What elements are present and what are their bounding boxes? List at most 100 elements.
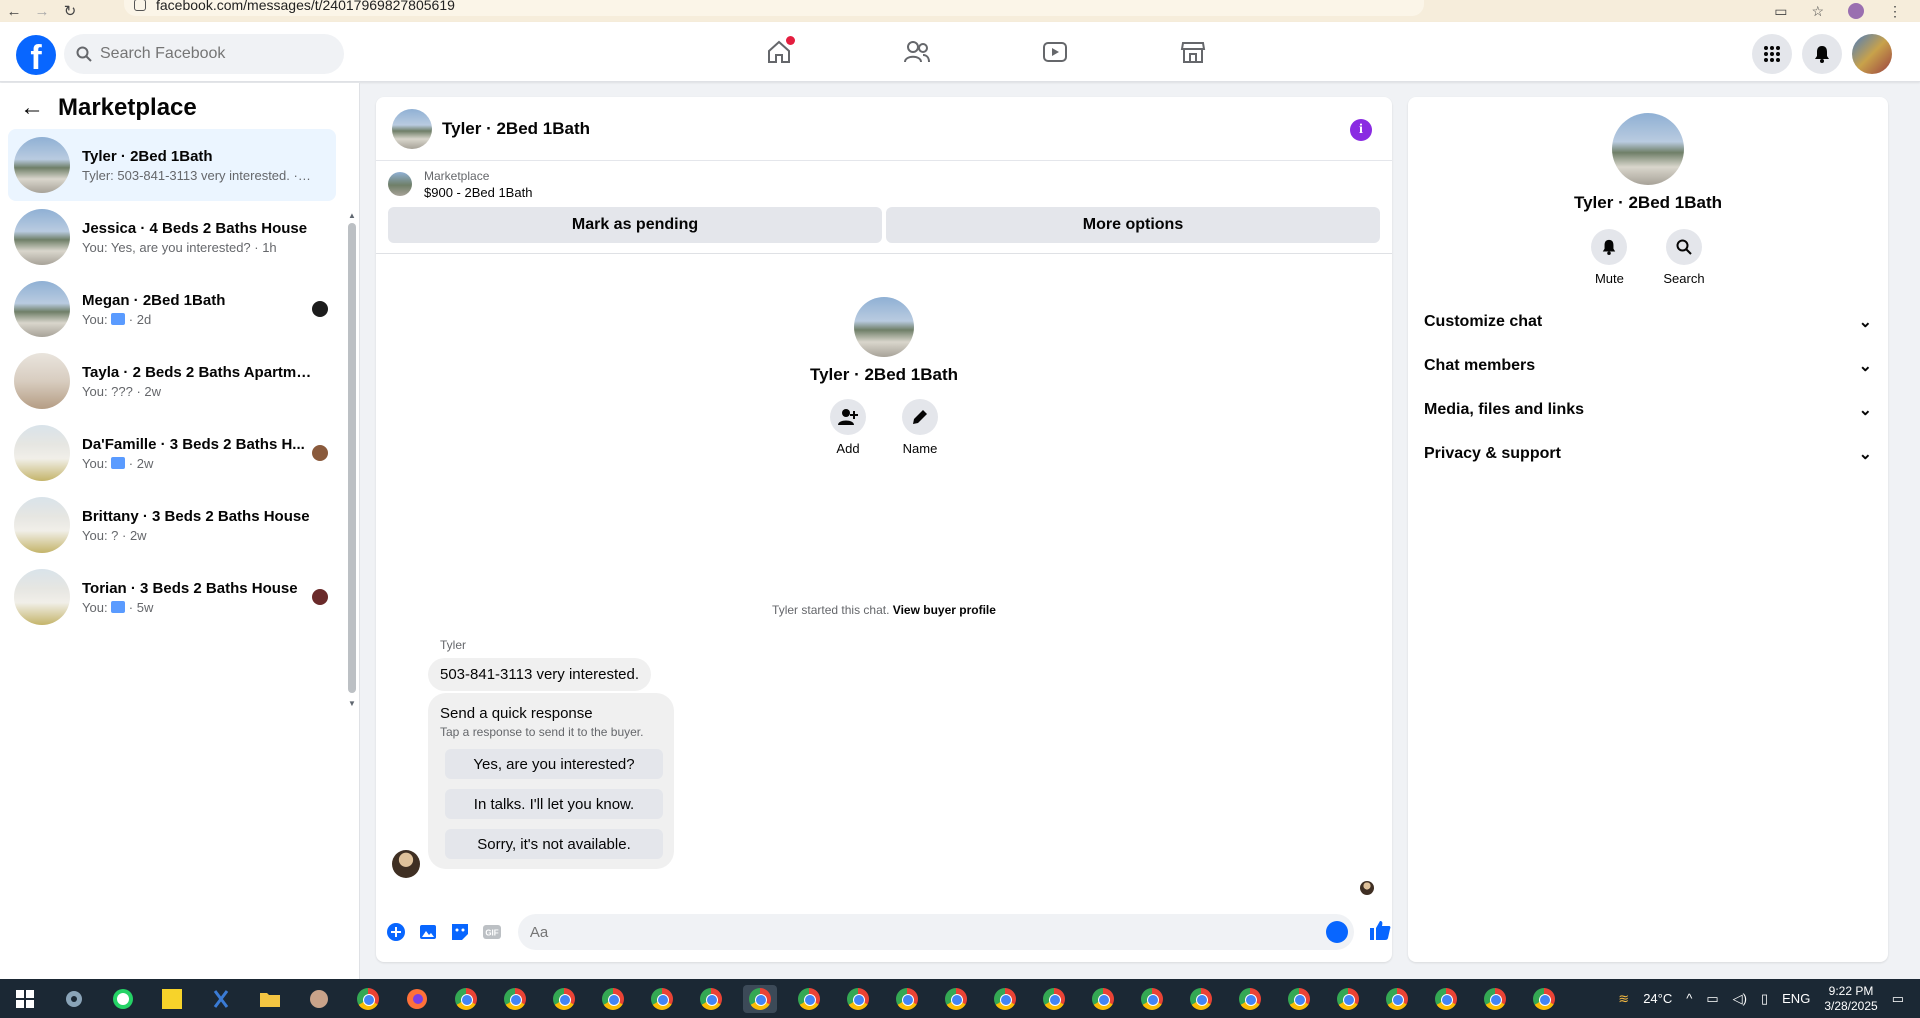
nav-video[interactable] [986, 22, 1124, 82]
chrome-icon[interactable] [1527, 985, 1561, 1013]
chrome-icon[interactable] [1037, 985, 1071, 1013]
nav-marketplace[interactable] [1124, 22, 1262, 82]
battery-icon[interactable]: ▯ [1761, 991, 1768, 1007]
chrome-icon[interactable] [1184, 985, 1218, 1013]
chrome-icon[interactable] [1135, 985, 1169, 1013]
intro-thumbnail [854, 297, 914, 357]
chrome-icon[interactable] [351, 985, 385, 1013]
facebook-search[interactable] [64, 34, 344, 74]
firefox-icon[interactable] [400, 985, 434, 1013]
cast-icon[interactable]: ▭ [1774, 3, 1787, 20]
whatsapp-icon[interactable] [106, 985, 140, 1013]
reload-icon[interactable]: ↻ [56, 2, 84, 20]
view-buyer-profile-link[interactable]: View buyer profile [893, 603, 996, 617]
quick-reply-button[interactable]: In talks. I'll let you know. [445, 789, 663, 819]
emoji-icon[interactable] [1326, 921, 1349, 943]
chrome-icon[interactable] [743, 984, 777, 1013]
mark-pending-button[interactable]: Mark as pending [388, 207, 882, 243]
back-arrow-icon[interactable]: ← [20, 94, 44, 122]
search-in-chat-button[interactable]: Search [1663, 229, 1705, 286]
chrome-icon[interactable] [1282, 985, 1316, 1013]
forward-arrow-icon[interactable]: → [28, 3, 56, 20]
listing-summary[interactable]: Marketplace $900 - 2Bed 1Bath [376, 161, 1392, 207]
chrome-icon[interactable] [1380, 985, 1414, 1013]
notifications-button[interactable] [1802, 34, 1842, 74]
quick-reply-button[interactable]: Yes, are you interested? [445, 749, 663, 779]
sidebar-scrollbar[interactable] [348, 223, 356, 693]
app-icon[interactable] [204, 985, 238, 1013]
chrome-icon[interactable] [1233, 985, 1267, 1013]
notification-center-icon[interactable]: ▭ [1892, 991, 1904, 1007]
conversation-item[interactable]: Da'Famille · 3 Beds 2 Baths H... You: · … [8, 417, 336, 489]
nav-friends[interactable] [848, 22, 986, 82]
thumbs-up-send-icon[interactable] [1368, 919, 1392, 946]
tray-chevron-up-icon[interactable]: ^ [1686, 991, 1692, 1006]
account-avatar[interactable] [1852, 34, 1892, 74]
chrome-icon[interactable] [939, 985, 973, 1013]
chrome-icon[interactable] [547, 985, 581, 1013]
conversation-item[interactable]: Torian · 3 Beds 2 Baths House You: · 5w [8, 561, 336, 633]
nav-home[interactable] [710, 22, 848, 82]
info-icon[interactable]: i [1350, 119, 1372, 141]
conversation-item[interactable]: Megan · 2Bed 1Bath You: · 2d [8, 273, 336, 345]
chrome-icon[interactable] [645, 985, 679, 1013]
conversation-item[interactable]: Tyler · 2Bed 1Bath Tyler: 503-841-3113 v… [8, 129, 336, 201]
quick-reply-button[interactable]: Sorry, it's not available. [445, 829, 663, 859]
mute-button[interactable]: Mute [1591, 229, 1628, 286]
address-bar[interactable]: facebook.com/messages/t/2401796982780561… [124, 0, 1424, 16]
chrome-icon[interactable] [890, 985, 924, 1013]
section-privacy-support[interactable]: Privacy & support ⌄ [1408, 432, 1888, 476]
chrome-icon[interactable] [841, 985, 875, 1013]
back-arrow-icon[interactable]: ← [0, 3, 28, 20]
chrome-icon[interactable] [596, 985, 630, 1013]
chrome-icon[interactable] [1429, 985, 1463, 1013]
name-button[interactable]: Name [902, 399, 938, 456]
plus-icon[interactable] [384, 920, 408, 944]
language-indicator[interactable]: ENG [1782, 991, 1810, 1006]
scroll-up-arrow-icon[interactable]: ▲ [348, 211, 356, 220]
section-customize-chat[interactable]: Customize chat ⌄ [1408, 300, 1888, 344]
chat-title[interactable]: Tyler · 2Bed 1Bath [442, 119, 590, 139]
search-input[interactable] [100, 45, 320, 63]
browser-menu-icon[interactable]: ⋮ [1888, 3, 1902, 20]
temperature[interactable]: 24°C [1643, 991, 1672, 1006]
menu-grid-button[interactable] [1752, 34, 1792, 74]
profile-avatar[interactable] [1848, 3, 1864, 19]
conversation-item[interactable]: Jessica · 4 Beds 2 Baths House You: Yes,… [8, 201, 336, 273]
weather-icon[interactable]: ≋ [1618, 991, 1629, 1007]
chrome-icon[interactable] [694, 985, 728, 1013]
file-explorer-icon[interactable] [253, 985, 287, 1013]
chrome-icon[interactable] [988, 985, 1022, 1013]
message-input[interactable] [529, 923, 1290, 941]
add-button[interactable]: Add [830, 399, 866, 456]
bookmark-star-icon[interactable]: ☆ [1811, 3, 1824, 20]
conversation-item[interactable]: Tayla · 2 Beds 2 Baths Apartmen... You: … [8, 345, 336, 417]
sender-avatar[interactable] [392, 850, 420, 878]
facebook-logo[interactable]: f [16, 35, 56, 75]
scroll-down-arrow-icon[interactable]: ▼ [348, 699, 356, 708]
photo-icon[interactable] [416, 920, 440, 944]
clock[interactable]: 9:22 PM 3/28/2025 [1824, 984, 1877, 1014]
chat-thumbnail[interactable] [392, 108, 432, 149]
network-icon[interactable]: ▭ [1706, 991, 1718, 1007]
conversation-item[interactable]: Brittany · 3 Beds 2 Baths House You: ? ·… [8, 489, 336, 561]
message-input-box[interactable] [517, 914, 1355, 950]
start-windows-icon[interactable] [8, 985, 42, 1013]
chrome-icon[interactable] [1331, 985, 1365, 1013]
site-info-icon[interactable] [134, 0, 146, 11]
app-icon[interactable] [302, 985, 336, 1013]
sticker-icon[interactable] [448, 920, 472, 944]
chrome-icon[interactable] [449, 985, 483, 1013]
chrome-icon[interactable] [792, 985, 826, 1013]
chrome-icon[interactable] [1086, 985, 1120, 1013]
chrome-icon[interactable] [498, 985, 532, 1013]
sticky-notes-icon[interactable] [155, 985, 189, 1013]
gif-icon[interactable]: GIF [480, 920, 504, 944]
message-bubble[interactable]: 503-841-3113 very interested. [428, 658, 652, 691]
chrome-icon[interactable] [1478, 985, 1512, 1013]
volume-icon[interactable]: ◁) [1733, 991, 1747, 1007]
more-options-button[interactable]: More options [886, 207, 1380, 243]
settings-app-icon[interactable] [57, 985, 91, 1013]
section-media-files-links[interactable]: Media, files and links ⌄ [1408, 388, 1888, 432]
section-chat-members[interactable]: Chat members ⌄ [1408, 344, 1888, 388]
